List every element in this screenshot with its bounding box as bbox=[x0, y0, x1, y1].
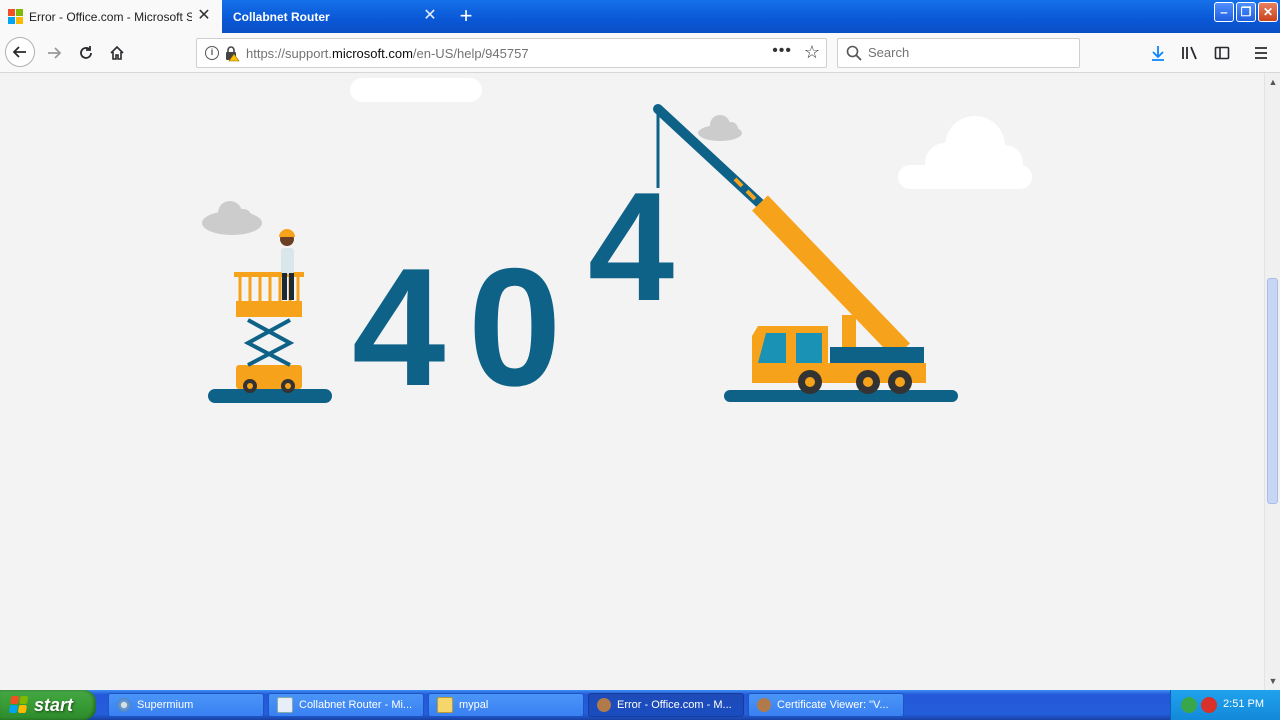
windows-flag-icon bbox=[8, 696, 30, 714]
window-controls: ‒ ❐ ✕ bbox=[1214, 2, 1278, 22]
minimize-button[interactable]: ‒ bbox=[1214, 2, 1234, 22]
taskbar-item-label: Collabnet Router - Mi... bbox=[299, 699, 413, 711]
lock-warning-icon[interactable] bbox=[224, 45, 240, 62]
ground-left bbox=[208, 389, 332, 403]
star-icon[interactable]: ☆ bbox=[804, 42, 820, 63]
tab-label: Error - Office.com - Microsoft Supp bbox=[29, 9, 192, 24]
security-shield-icon[interactable] bbox=[1201, 697, 1217, 713]
taskbar-item-label: Supermium bbox=[137, 699, 194, 711]
taskbar-item-label: Error - Office.com - M... bbox=[617, 699, 732, 711]
reload-button[interactable] bbox=[72, 39, 100, 67]
ground-right bbox=[724, 390, 958, 402]
clock: 2:51 PM bbox=[1223, 698, 1264, 710]
error-digit-hanging: 4 bbox=[588, 160, 675, 333]
close-window-button[interactable]: ✕ bbox=[1258, 2, 1278, 22]
back-arrow-icon bbox=[12, 46, 26, 58]
menu-button[interactable] bbox=[1247, 39, 1275, 67]
url-path: /en-US/help/945757 bbox=[412, 46, 529, 61]
cloud-right bbox=[898, 116, 1032, 189]
home-icon bbox=[110, 45, 124, 60]
scroll-up-arrow-icon[interactable]: ▲ bbox=[1268, 77, 1278, 87]
search-box[interactable] bbox=[837, 38, 1080, 68]
cloud-small-left bbox=[202, 201, 262, 235]
url-scheme: https://support. bbox=[246, 46, 332, 61]
url-text: https://support.microsoft.com/en-US/help… bbox=[246, 46, 529, 61]
back-button[interactable] bbox=[5, 37, 35, 67]
browser-icon bbox=[757, 698, 771, 712]
browser-icon bbox=[597, 698, 611, 712]
info-icon[interactable]: i bbox=[205, 46, 219, 60]
taskbar-item-mypal[interactable]: mypal bbox=[428, 693, 584, 717]
error-digit-first: 4 bbox=[352, 233, 446, 421]
scroll-down-arrow-icon[interactable]: ▼ bbox=[1268, 676, 1278, 686]
tab-error-office[interactable]: Error - Office.com - Microsoft Supp ✕ bbox=[0, 0, 222, 33]
taskbar-item-error-office[interactable]: Error - Office.com - M... bbox=[588, 693, 744, 717]
reload-icon bbox=[80, 46, 92, 59]
download-icon bbox=[1152, 46, 1164, 61]
tab-label: Collabnet Router bbox=[233, 9, 330, 24]
page-content: 4 0 4 bbox=[0, 73, 1264, 690]
library-button[interactable] bbox=[1176, 39, 1204, 67]
start-button[interactable]: start bbox=[0, 690, 96, 720]
document-icon bbox=[277, 697, 293, 713]
search-icon bbox=[846, 45, 862, 61]
cloud-small-crane bbox=[698, 115, 742, 141]
error-digit-zero: 0 bbox=[468, 233, 562, 421]
supermium-browser-icon bbox=[117, 698, 131, 712]
search-input[interactable] bbox=[868, 45, 1068, 60]
home-button[interactable] bbox=[103, 39, 131, 67]
taskbar-item-label: Certificate Viewer: "V... bbox=[777, 699, 889, 711]
close-tab-icon[interactable]: ✕ bbox=[196, 8, 212, 24]
microsoft-logo-icon bbox=[8, 9, 23, 24]
taskbar: start Supermium Collabnet Router - Mi...… bbox=[0, 690, 1280, 720]
sidebar-button[interactable] bbox=[1208, 39, 1236, 67]
vertical-scrollbar[interactable]: ▲ ▼ bbox=[1264, 73, 1280, 690]
forward-button[interactable] bbox=[40, 39, 68, 67]
downloads-button[interactable] bbox=[1144, 39, 1172, 67]
menu-icon bbox=[1255, 47, 1267, 59]
taskbar-item-supermium[interactable]: Supermium bbox=[108, 693, 264, 717]
start-label: start bbox=[34, 694, 74, 715]
cloud-top bbox=[350, 78, 482, 102]
scroll-thumb[interactable] bbox=[1267, 278, 1278, 504]
taskbar-item-label: mypal bbox=[459, 699, 489, 711]
sidebar-icon bbox=[1214, 46, 1230, 60]
crane bbox=[653, 104, 926, 394]
tab-collabnet-router[interactable]: Collabnet Router ✕ bbox=[222, 0, 448, 33]
forward-arrow-icon bbox=[48, 47, 62, 59]
network-icon[interactable] bbox=[1181, 697, 1197, 713]
close-tab-icon[interactable]: ✕ bbox=[422, 8, 438, 24]
url-host: microsoft.com bbox=[332, 46, 413, 61]
new-tab-plus-icon[interactable]: + bbox=[456, 5, 476, 27]
navigation-toolbar: i https://support.microsoft.com/en-US/he… bbox=[0, 33, 1280, 73]
taskbar-item-collabnet-router[interactable]: Collabnet Router - Mi... bbox=[268, 693, 424, 717]
more-dots-icon[interactable]: ••• bbox=[772, 42, 792, 60]
taskbar-item-certificate-viewer[interactable]: Certificate Viewer: "V... bbox=[748, 693, 904, 717]
library-icon bbox=[1182, 46, 1197, 60]
system-tray: 2:51 PM bbox=[1170, 690, 1280, 720]
tab-strip: Error - Office.com - Microsoft Supp ✕ Co… bbox=[0, 0, 1280, 33]
url-bar[interactable]: i https://support.microsoft.com/en-US/he… bbox=[196, 38, 827, 68]
folder-icon bbox=[437, 697, 453, 713]
restore-button[interactable]: ❐ bbox=[1236, 2, 1256, 22]
